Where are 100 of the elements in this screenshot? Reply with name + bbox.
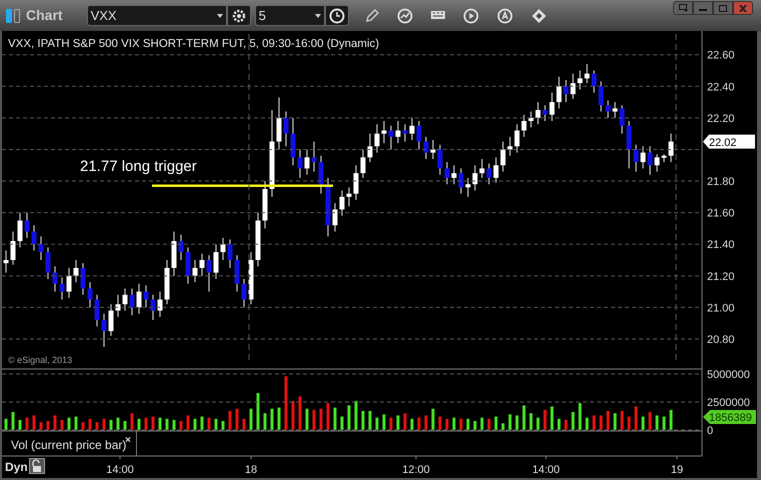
bar (452, 418, 456, 430)
candlestick (480, 158, 484, 178)
candlestick (38, 236, 44, 261)
window-title: Chart (26, 6, 63, 25)
panel-icon[interactable] (6, 8, 20, 22)
bar (60, 420, 64, 430)
bar (600, 415, 602, 430)
candlestick (466, 177, 470, 198)
candlestick (276, 96, 282, 150)
bar (354, 400, 358, 430)
minimize-button[interactable] (693, 1, 713, 15)
price-axis-label: 21.80 (707, 176, 735, 188)
bar (614, 413, 616, 430)
bar (186, 415, 190, 430)
bar (208, 418, 210, 430)
bar (256, 393, 260, 430)
play-icon[interactable] (462, 8, 479, 24)
pencil-icon[interactable] (364, 8, 379, 22)
candlestick (122, 288, 128, 312)
copyright-text: © eSignal, 2013 (8, 355, 72, 365)
candlestick (80, 262, 86, 296)
candlestick (382, 120, 386, 144)
bar (74, 416, 78, 430)
candlestick (374, 124, 380, 154)
candlestick (668, 133, 674, 163)
candlestick (94, 294, 100, 327)
candlestick (52, 266, 58, 292)
settings-button[interactable] (226, 5, 251, 26)
candlestick (570, 73, 576, 100)
interval-dropdown[interactable]: 5 (254, 5, 325, 26)
candlestick (402, 124, 408, 142)
settings-icon (230, 8, 247, 24)
maximize-icon (719, 4, 727, 12)
candlestick (444, 162, 450, 185)
link-icon[interactable] (530, 8, 547, 24)
candlestick (472, 164, 478, 192)
bar (410, 418, 414, 430)
candlestick (598, 81, 604, 112)
candlestick (108, 304, 114, 336)
window-icon (678, 4, 688, 12)
candlestick (24, 212, 30, 238)
bar (494, 416, 498, 430)
lock-icon[interactable] (29, 458, 45, 474)
candlestick (340, 190, 344, 216)
candlestick (500, 141, 506, 172)
bar (200, 416, 204, 430)
bar (474, 421, 476, 430)
bar (320, 408, 322, 430)
indicator-label: Vol (current price bar) (11, 438, 126, 452)
get-icon[interactable] (430, 10, 445, 22)
bar (620, 410, 624, 430)
price-axis-label: 21.00 (707, 302, 735, 314)
bar (334, 408, 336, 430)
price-axis-label: 22.20 (707, 112, 735, 125)
bar (390, 418, 392, 430)
axis-tick (250, 456, 252, 460)
candlestick (200, 253, 204, 276)
candlestick (312, 141, 316, 172)
scale-mode-label[interactable]: Dyn (5, 460, 28, 474)
bar (222, 421, 224, 430)
candlestick (410, 117, 414, 140)
bar (242, 418, 246, 430)
bar (516, 415, 518, 430)
close-button[interactable] (733, 1, 753, 15)
candlestick (74, 260, 78, 283)
candlestick (304, 148, 310, 176)
symbol-dropdown[interactable]: VXX (86, 5, 227, 26)
axis-tick (676, 456, 678, 460)
bar (166, 418, 168, 430)
candlestick (368, 133, 372, 163)
last-price-marker: 22.02 (703, 134, 755, 150)
candlestick (136, 283, 142, 314)
bar (592, 415, 596, 430)
time-button[interactable] (324, 5, 349, 26)
bar (522, 405, 526, 430)
bar (536, 418, 540, 430)
gauge-icon[interactable] (396, 8, 413, 24)
bar (68, 418, 70, 430)
alert-icon[interactable] (496, 8, 513, 24)
bar (96, 422, 98, 430)
chart-title: VXX, IPATH S&P 500 VIX SHORT-TERM FUT, 5, 09:30-16:00 (Dynamic) (8, 38, 380, 50)
candlestick (648, 146, 652, 176)
candlestick (130, 288, 134, 316)
candlestick (234, 254, 240, 292)
bar (264, 413, 266, 430)
bar (348, 405, 350, 430)
last-volume-marker: 1856389 (703, 410, 756, 424)
candlestick (4, 250, 8, 274)
bar (530, 413, 532, 430)
candlestick (522, 114, 526, 138)
bar (550, 406, 554, 430)
candlestick (214, 244, 218, 280)
candlestick (494, 156, 498, 184)
dock-button[interactable] (673, 1, 693, 15)
close-indicator-button[interactable]: × (125, 435, 131, 446)
candlestick (220, 237, 226, 261)
maximize-button[interactable] (713, 1, 733, 15)
bar (298, 396, 302, 430)
bar (40, 422, 42, 430)
bar (124, 421, 126, 430)
